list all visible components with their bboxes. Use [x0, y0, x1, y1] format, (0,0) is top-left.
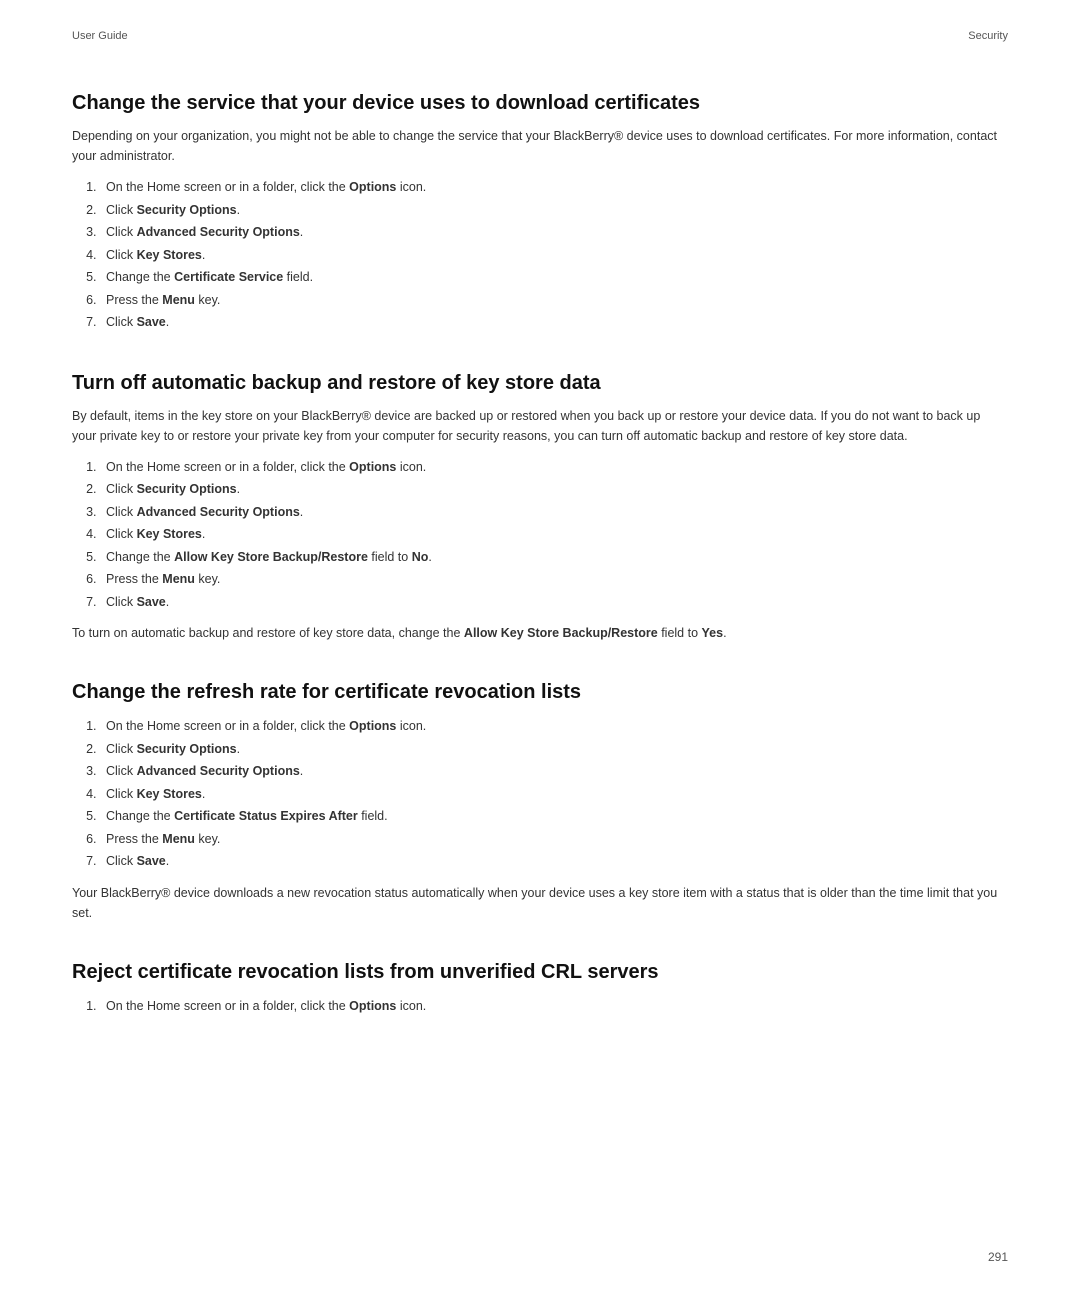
step-item: Press the Menu key. — [100, 289, 1008, 312]
page-number: 291 — [988, 1250, 1008, 1264]
section-note-1: To turn on automatic backup and restore … — [72, 623, 1008, 643]
step-item: On the Home screen or in a folder, click… — [100, 715, 1008, 738]
step-item: Change the Allow Key Store Backup/Restor… — [100, 546, 1008, 569]
page-header: User Guide Security — [72, 30, 1008, 42]
section-intro-1: By default, items in the key store on yo… — [72, 406, 1008, 446]
steps-list-3: On the Home screen or in a folder, click… — [100, 995, 1008, 1018]
section-section1: Change the service that your device uses… — [72, 90, 1008, 334]
step-item: Change the Certificate Status Expires Af… — [100, 805, 1008, 828]
step-item: Click Advanced Security Options. — [100, 221, 1008, 244]
step-item: Click Save. — [100, 850, 1008, 873]
steps-list-2: On the Home screen or in a folder, click… — [100, 715, 1008, 873]
step-item: Click Save. — [100, 311, 1008, 334]
step-item: Press the Menu key. — [100, 828, 1008, 851]
step-item: On the Home screen or in a folder, click… — [100, 456, 1008, 479]
section-section2: Turn off automatic backup and restore of… — [72, 370, 1008, 644]
steps-list-0: On the Home screen or in a folder, click… — [100, 176, 1008, 334]
step-item: Press the Menu key. — [100, 568, 1008, 591]
step-item: Click Security Options. — [100, 199, 1008, 222]
section-title-2: Change the refresh rate for certificate … — [72, 679, 1008, 705]
step-item: Change the Certificate Service field. — [100, 266, 1008, 289]
step-item: Click Key Stores. — [100, 244, 1008, 267]
step-item: Click Security Options. — [100, 478, 1008, 501]
section-note-2: Your BlackBerry® device downloads a new … — [72, 883, 1008, 923]
sections-container: Change the service that your device uses… — [72, 90, 1008, 1017]
step-item: Click Advanced Security Options. — [100, 760, 1008, 783]
steps-list-1: On the Home screen or in a folder, click… — [100, 456, 1008, 614]
section-intro-0: Depending on your organization, you migh… — [72, 126, 1008, 166]
section-title-3: Reject certificate revocation lists from… — [72, 959, 1008, 985]
step-item: On the Home screen or in a folder, click… — [100, 995, 1008, 1018]
page-container: User Guide Security Change the service t… — [0, 0, 1080, 1296]
header-left: User Guide — [72, 30, 128, 42]
step-item: On the Home screen or in a folder, click… — [100, 176, 1008, 199]
step-item: Click Security Options. — [100, 738, 1008, 761]
section-title-0: Change the service that your device uses… — [72, 90, 1008, 116]
section-title-1: Turn off automatic backup and restore of… — [72, 370, 1008, 396]
step-item: Click Key Stores. — [100, 783, 1008, 806]
header-right: Security — [968, 30, 1008, 42]
step-item: Click Save. — [100, 591, 1008, 614]
step-item: Click Key Stores. — [100, 523, 1008, 546]
page-footer: 291 — [988, 1250, 1008, 1264]
section-section3: Change the refresh rate for certificate … — [72, 679, 1008, 923]
step-item: Click Advanced Security Options. — [100, 501, 1008, 524]
section-section4: Reject certificate revocation lists from… — [72, 959, 1008, 1018]
